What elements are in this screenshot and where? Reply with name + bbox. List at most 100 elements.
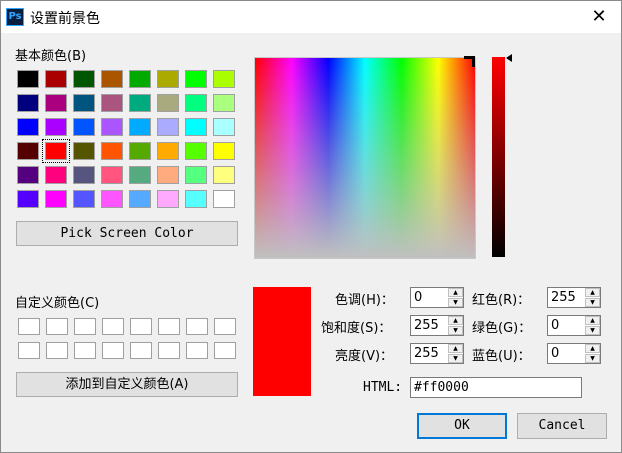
spin-up-icon[interactable]: ▲: [448, 288, 463, 297]
basic-color-swatch[interactable]: [45, 70, 67, 88]
value-label: 亮度(V)：: [335, 349, 394, 364]
red-spinbox[interactable]: 255 ▲ ▼: [547, 287, 601, 308]
custom-color-swatch[interactable]: [130, 342, 152, 359]
custom-color-swatch[interactable]: [214, 342, 236, 359]
custom-color-swatch[interactable]: [74, 318, 96, 335]
basic-color-swatch[interactable]: [101, 166, 123, 184]
custom-color-swatch[interactable]: [102, 342, 124, 359]
spin-down-icon[interactable]: ▼: [585, 326, 600, 335]
basic-color-swatch[interactable]: [73, 190, 95, 208]
spin-up-icon[interactable]: ▲: [585, 316, 600, 325]
basic-color-swatch[interactable]: [185, 70, 207, 88]
basic-color-swatch[interactable]: [213, 166, 235, 184]
basic-color-swatch[interactable]: [73, 166, 95, 184]
basic-color-swatch[interactable]: [129, 190, 151, 208]
basic-color-swatch[interactable]: [73, 70, 95, 88]
custom-color-swatch[interactable]: [130, 318, 152, 335]
basic-color-swatch[interactable]: [157, 118, 179, 136]
hue-spinbox[interactable]: 0 ▲ ▼: [410, 287, 464, 308]
basic-color-swatch[interactable]: [45, 190, 67, 208]
basic-color-swatch[interactable]: [101, 70, 123, 88]
basic-color-swatch[interactable]: [213, 94, 235, 112]
basic-color-swatch[interactable]: [129, 118, 151, 136]
basic-color-swatch[interactable]: [17, 94, 39, 112]
value-spinbox[interactable]: 255 ▲ ▼: [410, 343, 464, 364]
basic-color-swatch[interactable]: [129, 94, 151, 112]
basic-color-swatch[interactable]: [157, 166, 179, 184]
basic-color-swatch[interactable]: [17, 166, 39, 184]
basic-color-swatch[interactable]: [73, 142, 95, 160]
cancel-button[interactable]: Cancel: [517, 413, 607, 439]
basic-color-swatch[interactable]: [213, 142, 235, 160]
basic-color-swatch[interactable]: [45, 166, 67, 184]
basic-color-swatch[interactable]: [157, 142, 179, 160]
hue-saturation-field[interactable]: [254, 57, 476, 259]
basic-color-swatch[interactable]: [45, 94, 67, 112]
basic-color-swatch[interactable]: [17, 70, 39, 88]
basic-colors-label: 基本颜色(B): [15, 49, 87, 64]
basic-color-swatch[interactable]: [185, 190, 207, 208]
basic-color-swatch[interactable]: [17, 142, 39, 160]
basic-color-swatch[interactable]: [101, 190, 123, 208]
spin-down-icon[interactable]: ▼: [448, 326, 463, 335]
saturation-label: 饱和度(S)：: [321, 321, 392, 336]
html-hex-input[interactable]: #ff0000: [410, 377, 582, 398]
basic-color-swatch[interactable]: [73, 94, 95, 112]
spin-up-icon[interactable]: ▲: [585, 344, 600, 353]
spin-down-icon[interactable]: ▼: [448, 354, 463, 363]
custom-color-swatch[interactable]: [186, 342, 208, 359]
spin-down-icon[interactable]: ▼: [585, 298, 600, 307]
green-spinbox[interactable]: 0 ▲ ▼: [547, 315, 601, 336]
spin-down-icon[interactable]: ▼: [448, 298, 463, 307]
custom-color-swatch[interactable]: [214, 318, 236, 335]
basic-color-swatch[interactable]: [213, 70, 235, 88]
custom-color-swatch[interactable]: [74, 342, 96, 359]
basic-color-swatch[interactable]: [101, 118, 123, 136]
basic-color-swatch[interactable]: [185, 142, 207, 160]
close-button[interactable]: ✕: [577, 1, 621, 33]
basic-color-swatch[interactable]: [157, 70, 179, 88]
basic-color-swatch[interactable]: [101, 142, 123, 160]
value-slider[interactable]: [492, 57, 505, 257]
basic-color-swatch[interactable]: [73, 118, 95, 136]
custom-color-swatch[interactable]: [46, 318, 68, 335]
basic-colors-grid: [17, 70, 235, 208]
custom-color-swatch[interactable]: [102, 318, 124, 335]
basic-color-swatch[interactable]: [185, 166, 207, 184]
spin-up-icon[interactable]: ▲: [585, 288, 600, 297]
custom-color-swatch[interactable]: [158, 342, 180, 359]
basic-color-swatch[interactable]: [213, 118, 235, 136]
spin-up-icon[interactable]: ▲: [448, 316, 463, 325]
basic-color-swatch[interactable]: [45, 118, 67, 136]
spin-up-icon[interactable]: ▲: [448, 344, 463, 353]
basic-color-swatch[interactable]: [157, 94, 179, 112]
add-to-custom-colors-button[interactable]: 添加到自定义颜色(A): [16, 372, 238, 397]
custom-color-swatch[interactable]: [18, 318, 40, 335]
basic-color-swatch[interactable]: [101, 94, 123, 112]
custom-color-swatch[interactable]: [186, 318, 208, 335]
basic-color-swatch[interactable]: [129, 166, 151, 184]
basic-color-swatch[interactable]: [185, 118, 207, 136]
basic-color-swatch[interactable]: [129, 142, 151, 160]
blue-value: 0: [551, 346, 560, 361]
dialog-title: 设置前景色: [30, 11, 100, 27]
green-label: 绿色(G)：: [472, 321, 532, 336]
pick-screen-color-button[interactable]: Pick Screen Color: [16, 221, 238, 246]
photoshop-app-icon: Ps: [6, 8, 24, 26]
spin-down-icon[interactable]: ▼: [585, 354, 600, 363]
blue-spinbox[interactable]: 0 ▲ ▼: [547, 343, 601, 364]
basic-color-swatch[interactable]: [157, 190, 179, 208]
basic-color-swatch[interactable]: [213, 190, 235, 208]
custom-color-swatch[interactable]: [158, 318, 180, 335]
basic-color-swatch[interactable]: [129, 70, 151, 88]
custom-color-swatch[interactable]: [18, 342, 40, 359]
value-slider-arrow-icon[interactable]: [506, 54, 512, 62]
ok-button[interactable]: OK: [417, 413, 507, 439]
saturation-spinbox[interactable]: 255 ▲ ▼: [410, 315, 464, 336]
basic-color-swatch[interactable]: [185, 94, 207, 112]
color-dialog: Ps 设置前景色 ✕ 基本颜色(B) Pick Screen Color 自定义…: [0, 0, 622, 453]
basic-color-swatch[interactable]: [42, 139, 70, 163]
basic-color-swatch[interactable]: [17, 118, 39, 136]
basic-color-swatch[interactable]: [17, 190, 39, 208]
custom-color-swatch[interactable]: [46, 342, 68, 359]
